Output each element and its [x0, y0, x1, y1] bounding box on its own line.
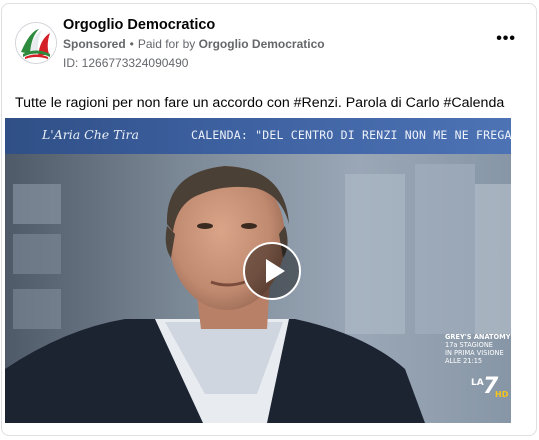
channel-logo: LA 7 HD — [471, 374, 511, 402]
post-caption: Tutte le ragioni per non fare un accordo… — [15, 95, 505, 111]
tv-headline: CALENDA: "DEL CENTRO DI RENZI NON ME NE … — [191, 128, 511, 142]
promo-line: ALLE 21:15 — [445, 357, 483, 365]
page-name-link[interactable]: Orgoglio Democratico — [63, 17, 215, 33]
ad-post-card: Orgoglio Democratico Sponsored • Paid for … — [1, 3, 537, 436]
play-icon[interactable] — [243, 242, 301, 300]
program-promo: GREY'S ANATOMY 17a STAGIONE IN PRIMA VIS… — [445, 333, 511, 365]
promo-line: IN PRIMA VISIONE — [445, 349, 504, 357]
separator-dot: • — [129, 37, 134, 51]
show-logo: L'Aria Che Tira — [42, 127, 139, 142]
promo-line: 17a STAGIONE — [445, 341, 493, 349]
tv-banner: L'Aria Che Tira CALENDA: "DEL CENTRO DI … — [5, 118, 511, 154]
channel-hd-badge: HD — [495, 390, 509, 399]
promo-line: GREY'S ANATOMY — [445, 333, 511, 341]
party-logo-icon — [16, 23, 56, 63]
page-avatar[interactable] — [15, 22, 57, 64]
channel-prefix: LA — [471, 378, 484, 388]
paid-for-label: Paid for by — [137, 37, 196, 51]
sponsorship-info: Sponsored • Paid for by Orgoglio Democrati… — [63, 37, 325, 51]
sponsored-label: Sponsored — [63, 37, 126, 51]
payer-name-link[interactable]: Orgoglio Democratico — [199, 37, 325, 51]
more-options-icon[interactable]: ••• — [496, 31, 516, 47]
video-player[interactable]: L'Aria Che Tira CALENDA: "DEL CENTRO DI … — [5, 118, 511, 423]
ad-id: ID: 1266773324090490 — [63, 56, 189, 70]
